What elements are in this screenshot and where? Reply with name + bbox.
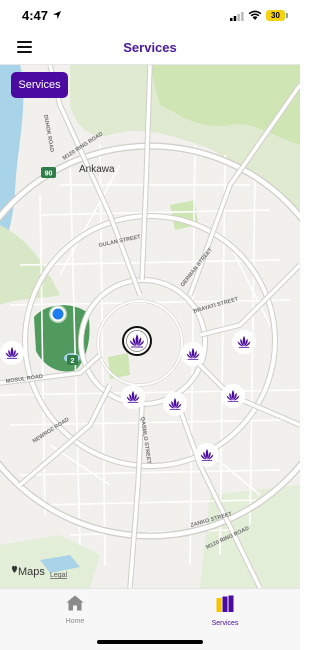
service-marker[interactable]	[0, 341, 24, 365]
tab-services-label: Services	[211, 620, 239, 627]
service-marker[interactable]	[232, 330, 256, 354]
route-shield-90-label: 90	[45, 171, 53, 178]
tab-home[interactable]: Home	[45, 595, 105, 625]
service-marker[interactable]	[163, 392, 187, 416]
wifi-icon	[248, 10, 262, 20]
tab-services[interactable]: Services	[195, 595, 255, 627]
status-time: 4:47	[22, 8, 49, 23]
navigation-bar: Services	[0, 30, 300, 65]
battery-indicator: 30	[266, 10, 285, 21]
map-canvas[interactable]: M120 RING ROAD GULAN STREET GERMAN STREE…	[0, 65, 300, 588]
maps-brand-label: Maps	[18, 566, 45, 578]
tab-home-label: Home	[65, 618, 85, 625]
service-marker[interactable]	[221, 384, 245, 408]
service-marker[interactable]	[121, 385, 145, 409]
service-marker[interactable]	[195, 443, 219, 467]
battery-tip	[286, 13, 288, 18]
legal-link[interactable]: Legal	[50, 572, 68, 579]
service-marker[interactable]	[181, 342, 205, 366]
services-grid-icon	[216, 595, 234, 612]
location-arrow-icon	[53, 11, 61, 19]
map-view[interactable]: M120 RING ROAD GULAN STREET GERMAN STREE…	[0, 65, 300, 588]
route-shield-2-label: 2	[71, 358, 75, 365]
user-location-dot-icon	[50, 306, 66, 322]
service-marker[interactable]	[122, 326, 152, 356]
home-indicator	[97, 640, 203, 644]
home-icon	[66, 595, 84, 611]
status-bar: 4:47 30	[0, 0, 300, 30]
services-filter-chip[interactable]: Services	[11, 72, 68, 98]
signal-icon	[230, 12, 244, 21]
label-ankawa: Ankawa	[79, 164, 115, 175]
page-title: Services	[123, 40, 177, 55]
